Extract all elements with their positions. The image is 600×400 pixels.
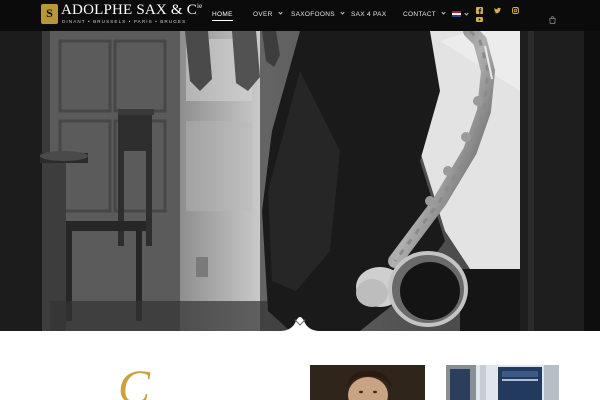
site-header: S ADOLPHE SAX & Cie DINANT • BRUSSELS • … (0, 0, 600, 31)
youtube-icon[interactable] (476, 16, 483, 23)
flag-netherlands-icon[interactable] (452, 11, 461, 17)
portrait-painting-image (310, 365, 425, 400)
hero-image (0, 31, 600, 331)
intro-script-title: C (118, 361, 151, 400)
storefront-photo-image (446, 365, 559, 400)
logo-mark-icon: S (41, 4, 58, 24)
nav-item-contact[interactable]: CONTACT (403, 10, 446, 18)
chevron-down-icon (340, 10, 345, 15)
nav-item-sax-4-pax[interactable]: SAX 4 PAX (351, 11, 386, 18)
nav-item-saxofoons[interactable]: SAXOFOONS (291, 10, 345, 18)
instagram-icon[interactable] (512, 7, 519, 14)
facebook-icon[interactable] (476, 7, 483, 14)
nav-item-home[interactable]: HOME (212, 11, 233, 21)
site-logo[interactable]: S ADOLPHE SAX & Cie DINANT • BRUSSELS • … (41, 2, 203, 26)
logo-cities: DINANT • BRUSSELS • PARIS • BRUGES (62, 19, 187, 24)
twitter-icon[interactable] (494, 7, 501, 14)
logo-name: ADOLPHE SAX & Cie (61, 2, 203, 18)
shopping-bag-icon[interactable] (549, 11, 556, 24)
chevron-down-icon (278, 10, 283, 15)
language-dropdown-chevron-icon[interactable] (464, 11, 469, 16)
chevron-down-icon (441, 10, 446, 15)
nav-item-over[interactable]: OVER (253, 10, 283, 18)
